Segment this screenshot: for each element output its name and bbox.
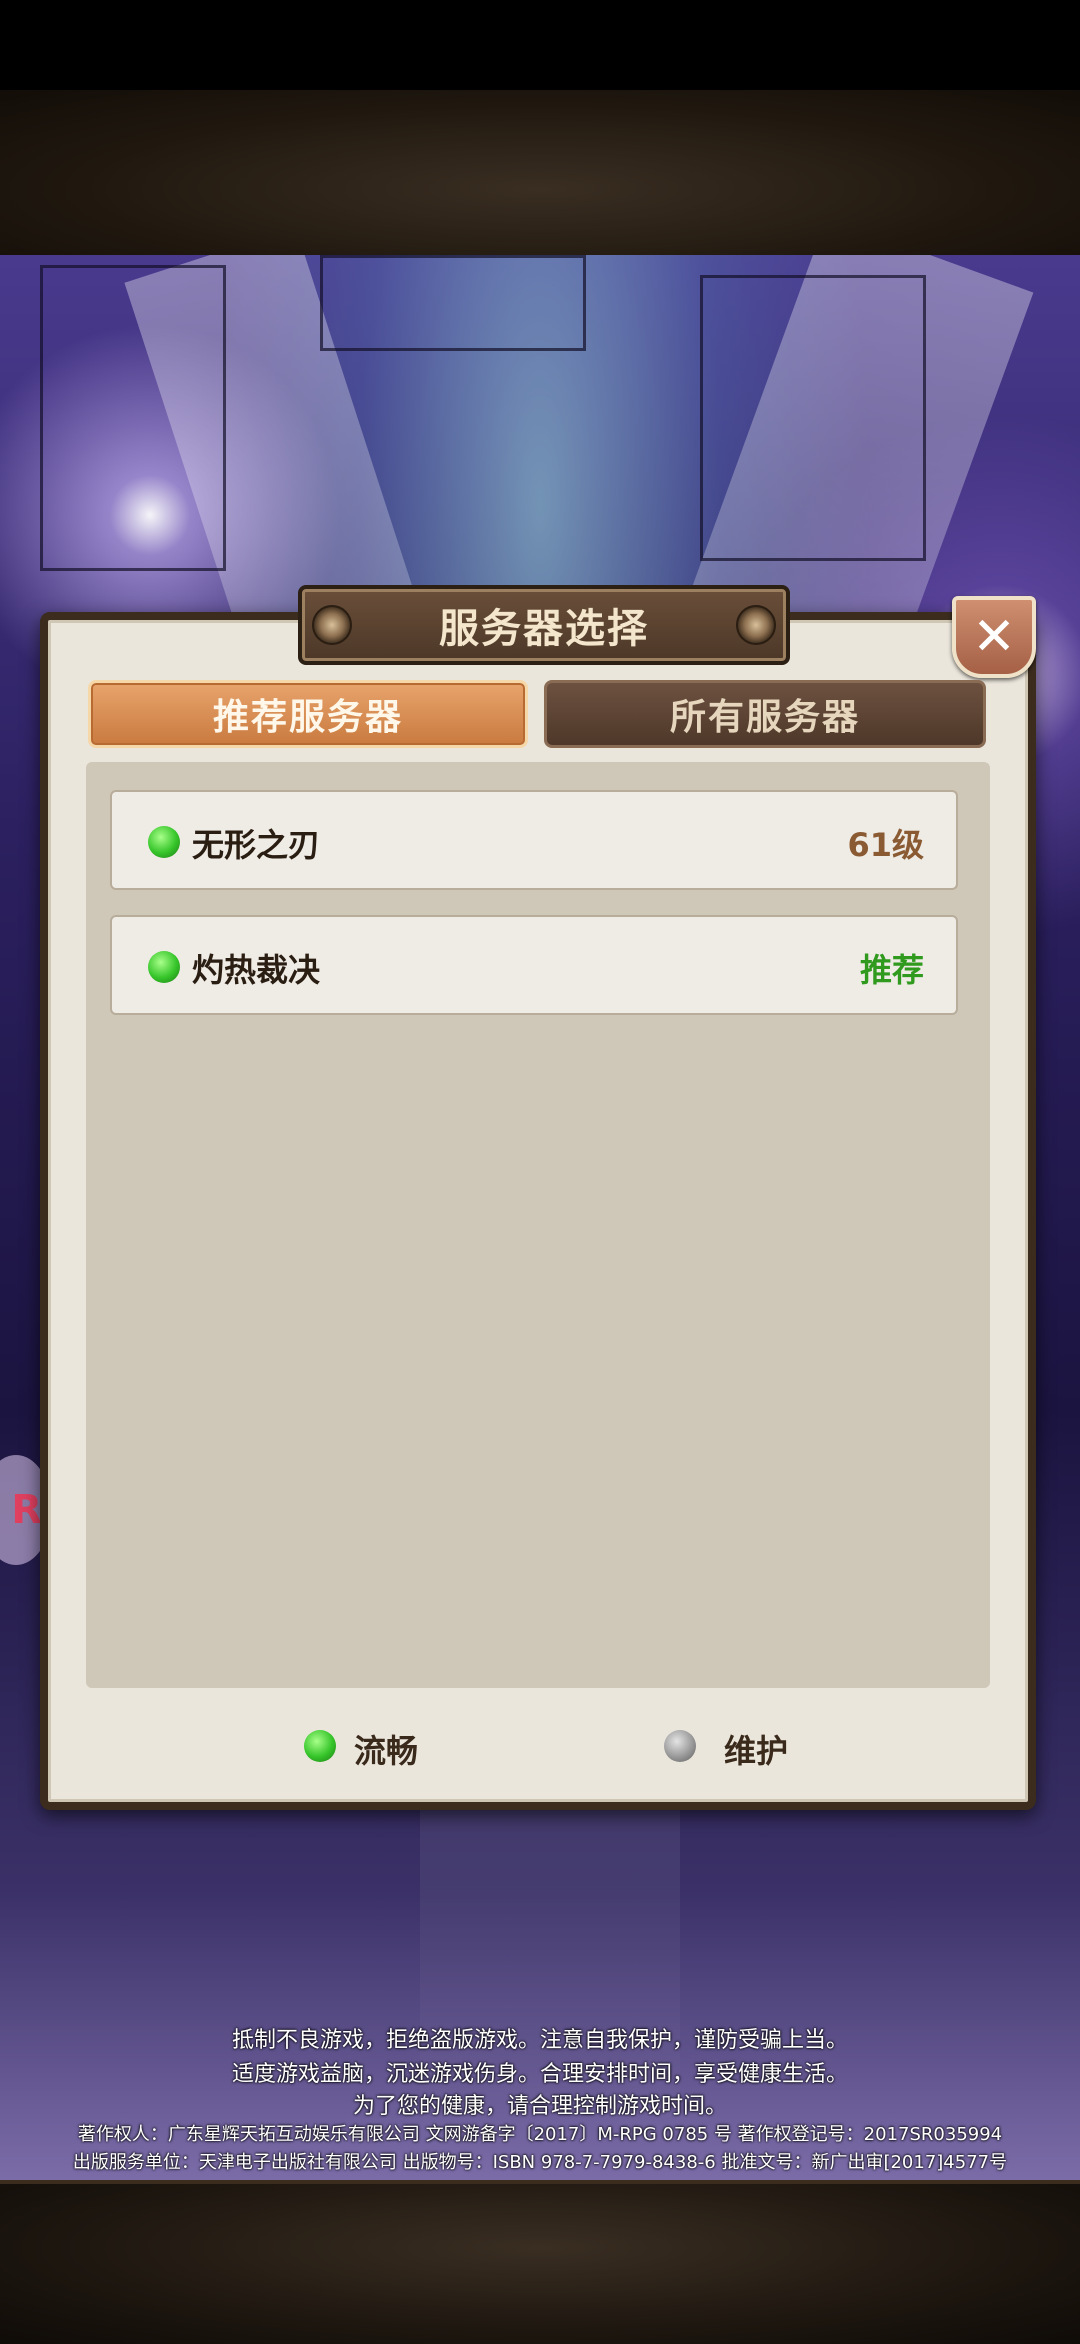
tab-recommended-servers[interactable]: 推荐服务器 xyxy=(88,680,528,748)
server-row[interactable]: 无形之刃 61级 xyxy=(110,790,958,890)
server-level: 61级 xyxy=(847,826,924,864)
dialog-title-plate: 服务器选择 xyxy=(298,585,790,665)
server-recommend-badge: 推荐 xyxy=(859,951,924,989)
dialog-title: 服务器选择 xyxy=(439,606,649,652)
status-online-icon xyxy=(148,826,180,858)
close-icon: ✕ xyxy=(972,607,1016,667)
legend-smooth-icon xyxy=(304,1730,336,1762)
health-notice-line: 适度游戏益脑，沉迷游戏伤身。合理安排时间，享受健康生活。 xyxy=(231,2062,848,2087)
stage-truss xyxy=(700,275,926,561)
status-bar-area xyxy=(0,0,1080,90)
health-notice-line: 抵制不良游戏，拒绝盗版游戏。注意自我保护，谨防受骗上当。 xyxy=(231,2028,848,2053)
bolt-icon xyxy=(736,605,776,645)
bottom-ornament-frame xyxy=(0,2180,1080,2344)
server-list xyxy=(86,762,990,1688)
publisher-line: 出版服务单位：天津电子出版社有限公司 出版物号：ISBN 978-7-7979-… xyxy=(72,2152,1008,2173)
bolt-icon xyxy=(312,605,352,645)
stage-truss xyxy=(40,265,226,571)
stage-truss xyxy=(320,255,586,351)
copyright-line: 著作权人：广东星辉天拓互动娱乐有限公司 文网游备字〔2017〕M-RPG 078… xyxy=(77,2124,1003,2145)
legend-maintenance-label: 维护 xyxy=(724,1732,789,1770)
tab-label: 所有服务器 xyxy=(669,697,860,738)
tab-label: 推荐服务器 xyxy=(212,697,403,738)
server-name: 无形之刃 xyxy=(192,826,321,864)
legend-maintenance-icon xyxy=(664,1730,696,1762)
health-notice-line: 为了您的健康，请合理控制游戏时间。 xyxy=(352,2094,727,2119)
close-button[interactable]: ✕ xyxy=(952,596,1036,678)
server-row[interactable]: 灼热裁决 推荐 xyxy=(110,915,958,1015)
tab-all-servers[interactable]: 所有服务器 xyxy=(544,680,986,748)
legend-smooth-label: 流畅 xyxy=(354,1732,419,1770)
server-name: 灼热裁决 xyxy=(192,951,321,989)
status-online-icon xyxy=(148,951,180,983)
top-ornament-frame xyxy=(0,90,1080,259)
